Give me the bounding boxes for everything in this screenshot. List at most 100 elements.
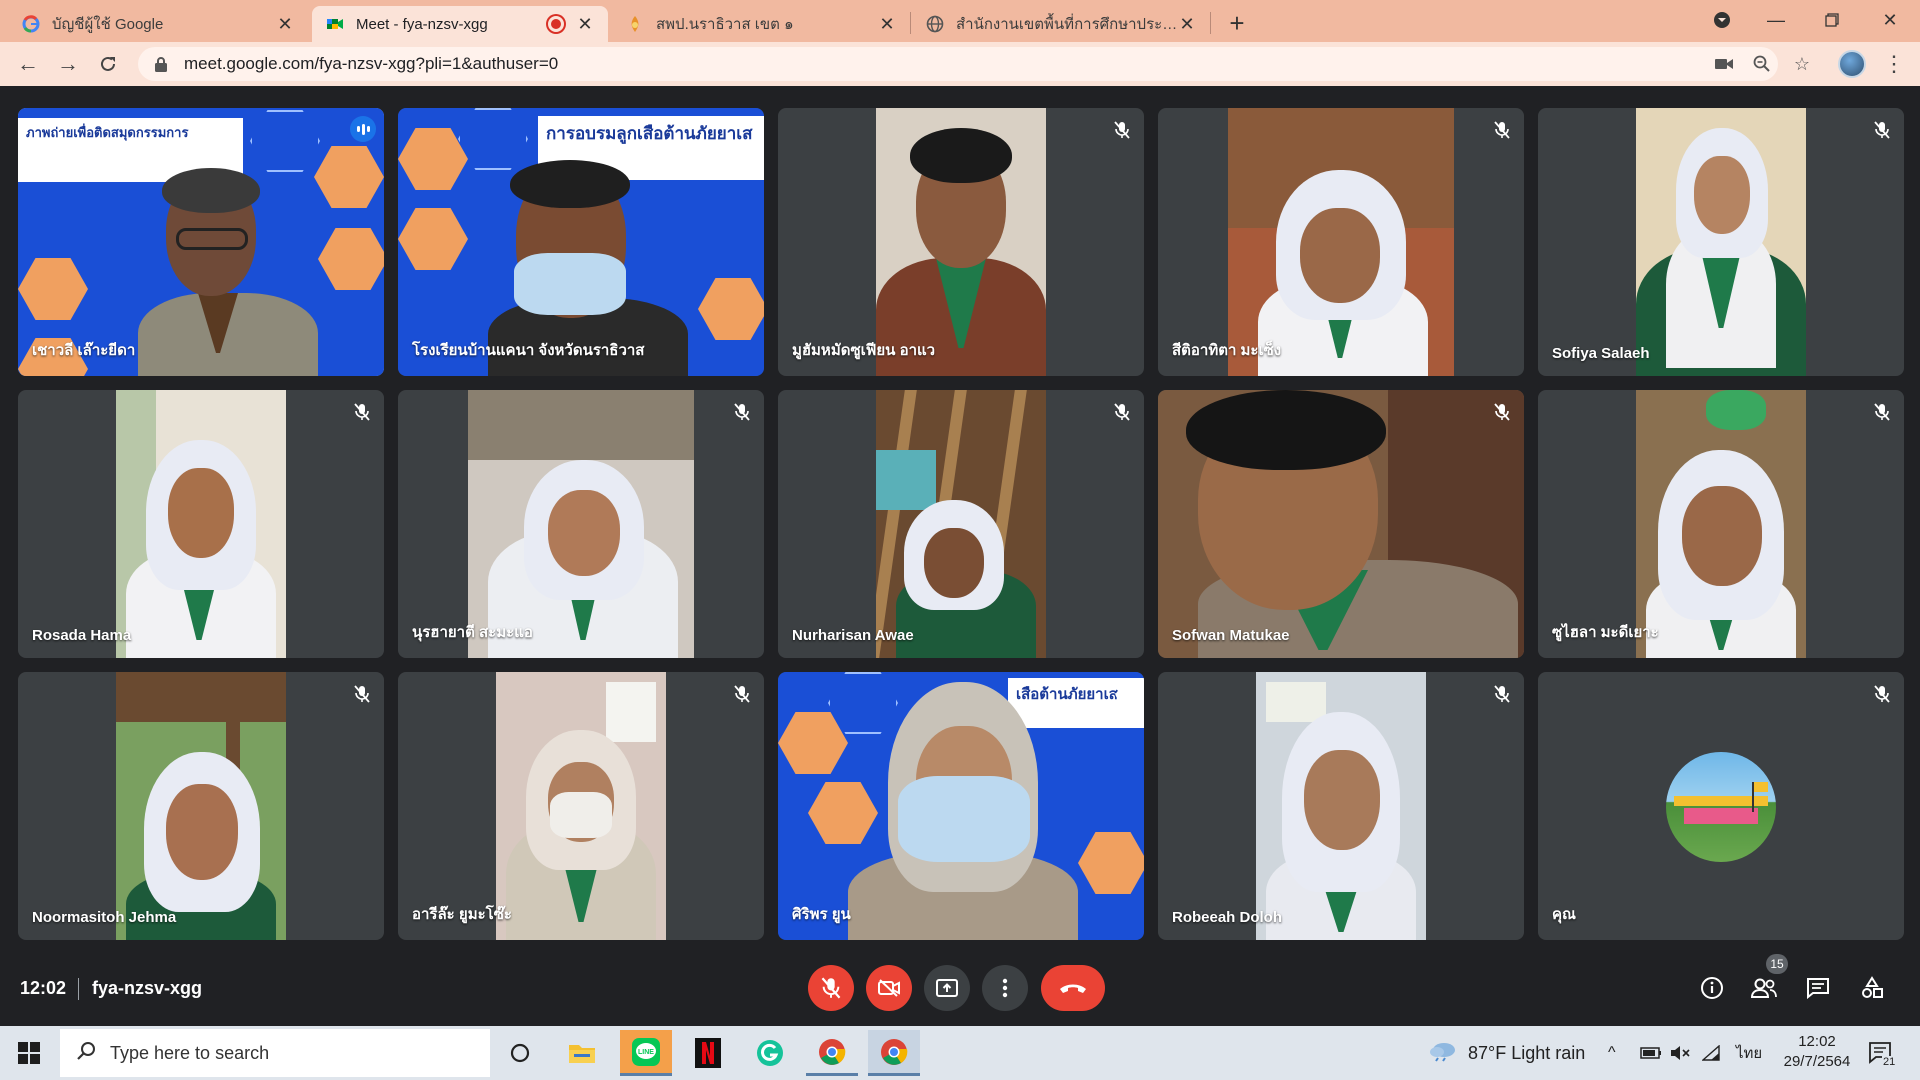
- close-tab-icon[interactable]: ✕: [576, 14, 594, 34]
- zoom-icon[interactable]: [1748, 50, 1776, 78]
- participant-video: [1228, 108, 1454, 376]
- windows-start-button[interactable]: [0, 1026, 58, 1080]
- participant-video: [1158, 390, 1524, 658]
- participant-name: นุรฮายาตี สะมะแอ: [412, 624, 533, 641]
- participant-tile[interactable]: Rosada Hama: [18, 390, 384, 658]
- browser-menu-icon[interactable]: ⋮: [1880, 50, 1908, 78]
- wifi-icon[interactable]: [1702, 1026, 1720, 1080]
- muted-mic-icon: [1110, 682, 1134, 706]
- participant-tile[interactable]: มูฮัมหมัดซูเฟียน อาแว: [778, 108, 1144, 376]
- participant-tile[interactable]: ซูไฮลา มะดีเยาะ: [1538, 390, 1904, 658]
- tab-spp-narathiwat[interactable]: สพป.นราธิวาส เขต ๑ ✕: [612, 6, 910, 42]
- google-icon: [22, 15, 40, 33]
- camera-toggle-button[interactable]: [866, 965, 912, 1011]
- weather-widget[interactable]: 87°F Light rain: [1428, 1026, 1585, 1080]
- participant-tile[interactable]: ภาพถ่ายเพื่อติดสมุดกรรมการ เชาวลี เล๊าะย…: [18, 108, 384, 376]
- participant-video: [116, 672, 286, 940]
- restore-button[interactable]: [1808, 0, 1856, 40]
- cortana-icon[interactable]: [494, 1030, 546, 1076]
- participant-tile[interactable]: สีติอาทิตา มะเซ็ง: [1158, 108, 1524, 376]
- input-language-button[interactable]: ไทย: [1736, 1026, 1762, 1080]
- participant-video: [876, 390, 1046, 658]
- close-tab-icon[interactable]: ✕: [878, 14, 896, 34]
- chat-icon[interactable]: [1800, 970, 1836, 1006]
- close-tab-icon[interactable]: ✕: [276, 14, 294, 34]
- taskbar-clock[interactable]: 12:02 29/7/2564: [1762, 1032, 1872, 1072]
- participant-tile[interactable]: เสือต้านภัยยาเส ศิริพร ยูน: [778, 672, 1144, 940]
- new-tab-button[interactable]: +: [1222, 8, 1252, 38]
- muted-mic-icon: [1110, 118, 1134, 142]
- participant-name: Rosada Hama: [32, 627, 132, 644]
- grammarly-icon[interactable]: [744, 1030, 796, 1076]
- file-explorer-icon[interactable]: [556, 1030, 608, 1076]
- participant-tile[interactable]: Nurharisan Awae: [778, 390, 1144, 658]
- notification-center-button[interactable]: 21: [1868, 1026, 1897, 1080]
- muted-mic-icon: [730, 682, 754, 706]
- more-options-button[interactable]: [982, 965, 1028, 1011]
- tab-search-button[interactable]: [1698, 0, 1746, 40]
- participant-tile[interactable]: Sofwan Matukae: [1158, 390, 1524, 658]
- participant-name: Noormasitoh Jehma: [32, 909, 177, 926]
- participant-tile-self[interactable]: คุณ: [1538, 672, 1904, 940]
- forward-button[interactable]: →: [52, 48, 84, 80]
- participant-name: คุณ: [1552, 906, 1576, 923]
- lock-icon[interactable]: [152, 55, 170, 73]
- present-screen-button[interactable]: [924, 965, 970, 1011]
- browser-toolbar: ← → meet.google.com/fya-nzsv-xgg?pli=1&a…: [0, 42, 1920, 86]
- line-app-icon[interactable]: LINE: [620, 1030, 672, 1076]
- browser-tab-strip: บัญชีผู้ใช้ Google ✕ Meet - fya-nzsv-xgg…: [0, 0, 1920, 42]
- weather-text: 87°F Light rain: [1468, 1042, 1586, 1063]
- meeting-code: fya-nzsv-xgg: [92, 978, 203, 998]
- activities-icon[interactable]: [1854, 970, 1890, 1006]
- address-bar[interactable]: meet.google.com/fya-nzsv-xgg?pli=1&authu…: [138, 47, 1778, 81]
- globe-icon: [926, 15, 944, 33]
- participant-name: Robeeah Doloh: [1172, 909, 1283, 926]
- chrome-profile-icon[interactable]: [806, 1030, 858, 1076]
- battery-icon[interactable]: [1640, 1026, 1662, 1080]
- chrome-active-icon[interactable]: [868, 1030, 920, 1076]
- tab-education-office[interactable]: สำนักงานเขตพื้นที่การศึกษาประถมศึกษ ✕: [912, 6, 1210, 42]
- netflix-icon[interactable]: [682, 1030, 734, 1076]
- taskbar-search-input[interactable]: Type here to search: [60, 1029, 490, 1077]
- muted-mic-icon: [350, 400, 374, 424]
- notification-count: 21: [1882, 1056, 1897, 1068]
- participant-name: โรงเรียนบ้านแคนา จังหวัดนราธิวาส: [412, 342, 645, 359]
- participant-tile[interactable]: การอบรมลูกเสือต้านภัยยาเส โรงเรียนบ้านแค…: [398, 108, 764, 376]
- tab-title: สพป.นราธิวาส เขต ๑: [656, 16, 794, 33]
- muted-mic-icon: [1870, 118, 1894, 142]
- close-window-button[interactable]: ✕: [1866, 0, 1914, 40]
- tab-google-account[interactable]: บัญชีผู้ใช้ Google ✕: [8, 6, 308, 42]
- minimize-button[interactable]: —: [1752, 0, 1800, 40]
- microphone-toggle-button[interactable]: [808, 965, 854, 1011]
- svg-text:LINE: LINE: [638, 1049, 654, 1056]
- cloud-rain-icon: [1428, 1040, 1458, 1067]
- tab-meet[interactable]: Meet - fya-nzsv-xgg ✕: [312, 6, 608, 42]
- meeting-details-icon[interactable]: [1694, 970, 1730, 1006]
- muted-mic-icon: [1490, 682, 1514, 706]
- avatar: [1666, 752, 1776, 862]
- participant-tile[interactable]: อารีล๊ะ ยูมะโซ๊ะ: [398, 672, 764, 940]
- bookmark-star-icon[interactable]: ☆: [1788, 50, 1816, 78]
- reload-button[interactable]: [92, 48, 124, 80]
- leave-call-button[interactable]: [1041, 965, 1105, 1011]
- back-button[interactable]: ←: [12, 48, 44, 80]
- show-hidden-icons-button[interactable]: ^: [1608, 1026, 1616, 1080]
- participant-video: [496, 672, 666, 940]
- profile-avatar[interactable]: [1838, 50, 1866, 78]
- camera-in-use-icon[interactable]: [1710, 50, 1738, 78]
- close-tab-icon[interactable]: ✕: [1178, 14, 1196, 34]
- participant-tile[interactable]: Robeeah Doloh: [1158, 672, 1524, 940]
- taskbar-time: 12:02: [1798, 1033, 1836, 1050]
- search-icon: [76, 1041, 96, 1066]
- participant-tile[interactable]: Sofiya Salaeh: [1538, 108, 1904, 376]
- volume-muted-icon[interactable]: [1670, 1026, 1692, 1080]
- participant-tile[interactable]: นุรฮายาตี สะมะแอ: [398, 390, 764, 658]
- search-placeholder: Type here to search: [110, 1042, 270, 1063]
- participant-tile[interactable]: Noormasitoh Jehma: [18, 672, 384, 940]
- site-icon: [626, 15, 644, 33]
- recording-icon: [548, 16, 564, 32]
- participant-count-badge: 15: [1766, 954, 1788, 974]
- taskbar-date: 29/7/2564: [1783, 1053, 1851, 1070]
- people-icon[interactable]: [1746, 970, 1782, 1006]
- tab-title: บัญชีผู้ใช้ Google: [52, 16, 164, 33]
